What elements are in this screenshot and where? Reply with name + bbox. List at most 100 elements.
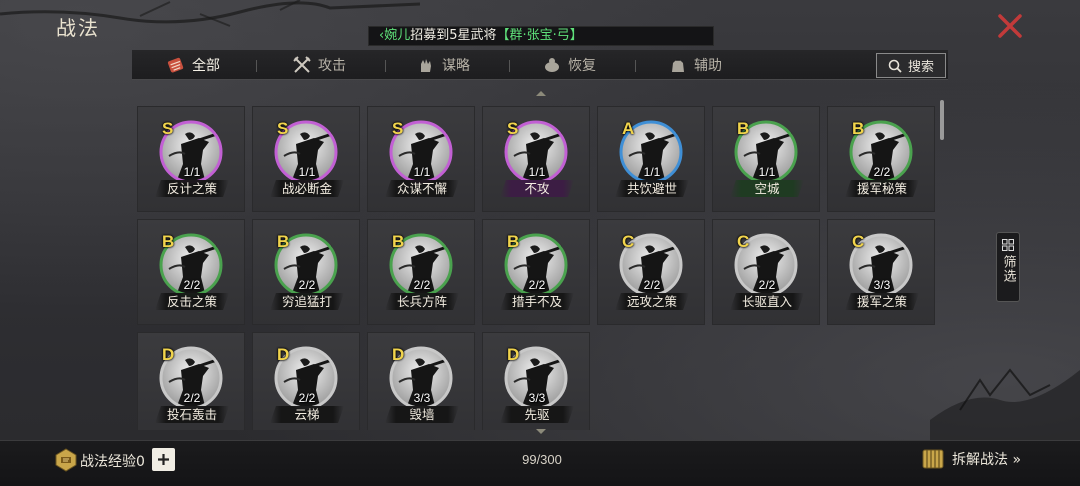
tactic-name: 穷追猛打	[270, 293, 344, 310]
scroll-bundle-icon	[922, 449, 944, 469]
tactic-grade: S	[392, 119, 404, 138]
tactic-card[interactable]: B 2/2 措手不及	[482, 219, 590, 325]
grid-scrollbar[interactable]	[940, 100, 944, 140]
tactic-card[interactable]: D 2/2 投石轰击	[137, 332, 245, 430]
tab-attack-label: 攻击	[318, 58, 346, 74]
filter-grid-icon	[1002, 239, 1014, 251]
tab-support[interactable]: 辅助	[668, 50, 722, 80]
ink-mountain-decoration	[930, 368, 1080, 440]
search-icon	[888, 59, 902, 73]
tab-support-label: 辅助	[694, 58, 722, 74]
tactic-grade: B	[737, 119, 750, 138]
tactic-grade: D	[277, 345, 290, 364]
tactic-card[interactable]: C 2/2 远攻之策	[597, 219, 705, 325]
tactic-grade: C	[852, 232, 865, 251]
tactic-card[interactable]: C 3/3 援军之策	[827, 219, 935, 325]
crossed-swords-icon	[293, 56, 311, 73]
tactic-grade: S	[277, 119, 289, 138]
tactic-card[interactable]: B 1/1 空城	[712, 106, 820, 212]
tactic-name: 毁墙	[385, 406, 459, 423]
tactic-name: 反计之策	[155, 180, 229, 197]
tactic-uses: 1/1	[413, 165, 431, 179]
tactic-grade: D	[507, 345, 520, 364]
tab-recovery[interactable]: 恢复	[542, 50, 596, 80]
scroll-down-indicator-icon	[536, 429, 546, 434]
tab-strategy[interactable]: 谋略	[416, 50, 470, 80]
tab-recovery-label: 恢复	[568, 58, 596, 74]
tactic-card[interactable]: B 2/2 援军秘策	[827, 106, 935, 212]
tactic-grade: B	[392, 232, 405, 251]
tab-divider	[635, 60, 636, 72]
tactic-uses: 2/2	[413, 278, 431, 292]
tab-all[interactable]: 全部	[166, 50, 220, 80]
tactic-uses: 2/2	[183, 391, 201, 405]
page-title: 战法	[56, 16, 100, 40]
tab-divider	[509, 60, 510, 72]
tactic-uses: 1/1	[298, 165, 316, 179]
tactic-grade: A	[622, 119, 635, 138]
tactic-uses: 3/3	[413, 391, 431, 405]
search-label: 搜索	[907, 60, 934, 75]
all-tactics-icon	[167, 57, 184, 73]
tactic-name: 云梯	[270, 406, 344, 423]
tactic-uses: 2/2	[528, 278, 546, 292]
tactic-count: 99/300	[0, 452, 1080, 467]
tactic-card[interactable]: B 2/2 长兵方阵	[367, 219, 475, 325]
tactic-uses: 2/2	[643, 278, 661, 292]
tab-attack[interactable]: 攻击	[292, 50, 346, 80]
tactic-name: 空城	[730, 180, 804, 197]
tactic-card[interactable]: C 2/2 长驱直入	[712, 219, 820, 325]
tactic-grade: C	[737, 232, 750, 251]
recruit-notice-banner: ‹婉儿招募到5星武将【群·张宝·弓】	[368, 26, 714, 46]
tactic-grade: D	[162, 345, 175, 364]
tactic-uses: 3/3	[873, 278, 891, 292]
close-button[interactable]	[994, 10, 1026, 42]
tactic-uses: 2/2	[298, 278, 316, 292]
tactic-card[interactable]: S 1/1 众谋不懈	[367, 106, 475, 212]
filter-button[interactable]: 筛选	[996, 232, 1020, 302]
tactic-name: 援军秘策	[845, 180, 919, 197]
tab-all-label: 全部	[192, 58, 220, 74]
tactic-name: 反击之策	[155, 293, 229, 310]
tactic-uses: 2/2	[183, 278, 201, 292]
tactic-card[interactable]: D 2/2 云梯	[252, 332, 360, 430]
tab-divider	[256, 60, 257, 72]
category-tab-bar: 全部 攻击 谋略 恢复 辅助	[132, 50, 948, 80]
tactic-uses: 1/1	[528, 165, 546, 179]
close-icon	[998, 14, 1022, 38]
recovery-icon	[545, 58, 559, 72]
tactic-name: 先驱	[500, 406, 574, 423]
tactic-name: 投石轰击	[155, 406, 229, 423]
tactic-card[interactable]: S 1/1 反计之策	[137, 106, 245, 212]
tactic-name: 长驱直入	[730, 293, 804, 310]
dismantle-label: 拆解战法 »	[952, 452, 1022, 468]
notice-text: 招募到5星武将	[410, 28, 497, 43]
filter-label: 筛选	[1000, 255, 1016, 283]
dismantle-tactics-button[interactable]: 拆解战法 »	[920, 446, 1021, 472]
tactic-card[interactable]: D 3/3 毁墙	[367, 332, 475, 430]
support-bag-icon	[672, 59, 684, 72]
tactic-grade: B	[852, 119, 865, 138]
tactic-card[interactable]: B 2/2 穷追猛打	[252, 219, 360, 325]
tactic-name: 援军之策	[845, 293, 919, 310]
tactic-card[interactable]: D 3/3 先驱	[482, 332, 590, 430]
tactic-name: 远攻之策	[615, 293, 689, 310]
notice-general: 【群·张宝·弓】	[496, 28, 583, 43]
tactics-grid: S 1/1 反计之策 S 1/1 战必断金 S 1/1 众谋不懈 S 1/1 不攻 A 1/1 共饮避世 B 1…	[137, 106, 939, 430]
tactic-grade: D	[392, 345, 405, 364]
notice-player-name: ‹婉儿	[379, 28, 411, 43]
tactic-card[interactable]: A 1/1 共饮避世	[597, 106, 705, 212]
tactic-uses: 1/1	[183, 165, 201, 179]
tactic-card[interactable]: B 2/2 反击之策	[137, 219, 245, 325]
tactic-card[interactable]: S 1/1 不攻	[482, 106, 590, 212]
tactic-name: 不攻	[500, 180, 574, 197]
tactic-card[interactable]: S 1/1 战必断金	[252, 106, 360, 212]
tactic-name: 共饮避世	[615, 180, 689, 197]
tactic-uses: 1/1	[643, 165, 661, 179]
tactic-grade: B	[507, 232, 520, 251]
tactic-name: 众谋不懈	[385, 180, 459, 197]
tactic-uses: 2/2	[873, 165, 891, 179]
scroll-up-indicator-icon	[536, 91, 546, 96]
search-button[interactable]: 搜索	[876, 53, 946, 78]
tactic-grade: B	[162, 232, 175, 251]
